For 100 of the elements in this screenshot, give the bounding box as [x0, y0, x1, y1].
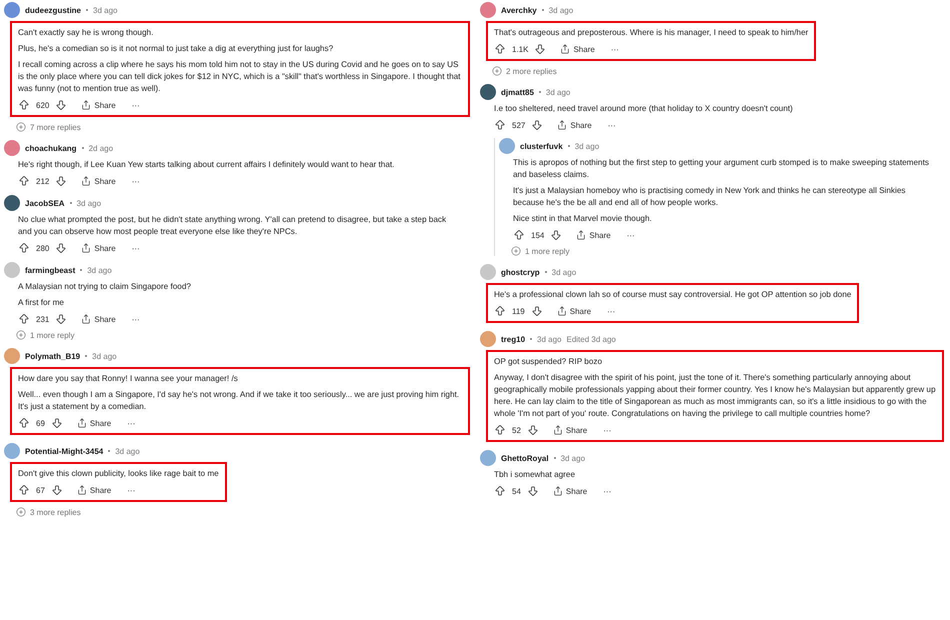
- comment-time: 3d ago: [537, 334, 562, 344]
- share-button[interactable]: Share: [81, 314, 116, 324]
- comment-author[interactable]: Potential-Might-3454: [25, 446, 104, 456]
- comment-author[interactable]: farmingbeast: [25, 266, 76, 274]
- comment-author[interactable]: ghostcryp: [501, 268, 540, 276]
- comment-author[interactable]: treg10: [501, 334, 526, 344]
- downvote-icon[interactable]: [550, 229, 562, 241]
- avatar-icon: [4, 262, 20, 278]
- upvote-icon[interactable]: [18, 175, 30, 187]
- comment-text: That's outrageous and preposterous. Where is his manager, I need to speak to him/her: [494, 27, 808, 39]
- comment-time: 3d ago: [87, 266, 112, 274]
- share-icon: [76, 485, 87, 495]
- comment-text: A Malaysian not trying to claim Singapore food?: [18, 281, 192, 293]
- comment-author[interactable]: JacobSEA: [25, 198, 65, 208]
- share-icon: [576, 230, 586, 240]
- plus-icon: [16, 507, 26, 517]
- comment-author[interactable]: djmatt85: [501, 88, 534, 96]
- comment-time: 3d ago: [115, 446, 140, 456]
- comment-text: He's right though, if Lee Kuan Yew starts talking about current affairs I definitely would want to hear that.: [18, 159, 396, 171]
- comment-time: 3d ago: [574, 142, 600, 150]
- share-button[interactable]: Share: [81, 176, 116, 186]
- comment-time: 3d ago: [546, 88, 570, 96]
- upvote-icon[interactable]: [18, 484, 30, 496]
- more-options-button[interactable]: ···: [132, 244, 140, 252]
- more-options-button[interactable]: ···: [607, 306, 616, 316]
- comment-time: 3d ago: [552, 268, 576, 276]
- downvote-icon[interactable]: [50, 484, 63, 496]
- comment-time: 3d ago: [76, 198, 102, 208]
- share-icon: [556, 306, 567, 316]
- more-options-button[interactable]: ···: [603, 486, 612, 496]
- avatar-icon: [4, 140, 20, 156]
- comment-author[interactable]: dudeezgustine: [25, 6, 82, 14]
- more-options-button[interactable]: ···: [127, 486, 136, 494]
- avatar-icon: [480, 84, 496, 100]
- share-button[interactable]: Share: [81, 243, 116, 253]
- vote-count: 620: [36, 100, 50, 110]
- downvote-icon[interactable]: [534, 43, 546, 55]
- comment-author[interactable]: Polymath_B19: [25, 352, 80, 360]
- share-button[interactable]: Share: [557, 120, 592, 130]
- more-options-button[interactable]: ···: [626, 230, 635, 240]
- more-options-button[interactable]: ···: [132, 100, 140, 110]
- share-button[interactable]: Share: [552, 425, 588, 435]
- share-button[interactable]: Share: [76, 418, 112, 428]
- upvote-icon[interactable]: [494, 43, 506, 55]
- upvote-icon[interactable]: [18, 242, 30, 254]
- comment-author[interactable]: GhettoRoyal: [501, 454, 549, 462]
- downvote-icon[interactable]: [55, 175, 68, 187]
- comment-author[interactable]: choachukang: [25, 144, 77, 152]
- share-button[interactable]: Share: [576, 230, 611, 240]
- comment-author[interactable]: Averchky: [501, 6, 537, 14]
- more-options-button[interactable]: ···: [608, 120, 616, 130]
- upvote-icon[interactable]: [18, 417, 30, 429]
- more-replies-button[interactable]: 1 more reply: [4, 330, 470, 340]
- share-button[interactable]: Share: [76, 485, 112, 495]
- more-options-button[interactable]: ···: [132, 314, 140, 324]
- upvote-icon[interactable]: [494, 485, 506, 497]
- more-options-button[interactable]: ···: [132, 176, 140, 186]
- more-replies-button[interactable]: 3 more replies: [4, 507, 470, 517]
- downvote-icon[interactable]: [50, 417, 63, 429]
- comment-text: A first for me: [18, 297, 65, 309]
- upvote-icon[interactable]: [494, 424, 506, 436]
- more-replies-button[interactable]: 2 more replies: [480, 66, 944, 76]
- upvote-icon[interactable]: [513, 229, 525, 241]
- share-icon: [81, 176, 92, 186]
- downvote-icon[interactable]: [526, 485, 539, 497]
- downvote-icon[interactable]: [526, 424, 539, 436]
- more-options-button[interactable]: ···: [603, 426, 612, 434]
- downvote-icon[interactable]: [55, 242, 68, 254]
- more-options-button[interactable]: ···: [127, 418, 136, 428]
- downvote-icon[interactable]: [55, 99, 68, 111]
- share-button[interactable]: Share: [560, 44, 595, 54]
- avatar-icon: [4, 348, 20, 364]
- comment-time: 3d ago: [548, 6, 574, 14]
- share-icon: [552, 425, 563, 435]
- downvote-icon[interactable]: [55, 313, 68, 325]
- comment-text: Tbh i somewhat agree: [494, 469, 576, 481]
- downvote-icon[interactable]: [531, 119, 544, 131]
- share-button[interactable]: Share: [552, 486, 588, 496]
- share-button[interactable]: Share: [81, 100, 116, 110]
- more-replies-button[interactable]: 1 more reply: [499, 246, 944, 256]
- share-icon: [76, 418, 87, 428]
- avatar-icon: [480, 264, 496, 280]
- comment-text: He's a professional clown lah so of course must say controversial. He got OP attention so job done: [494, 289, 852, 301]
- comment-author[interactable]: clusterfuvk: [520, 142, 563, 150]
- upvote-icon[interactable]: [494, 305, 506, 317]
- avatar-icon: [480, 331, 496, 347]
- vote-count: 69: [36, 418, 45, 428]
- upvote-icon[interactable]: [494, 119, 506, 131]
- upvote-icon[interactable]: [18, 313, 30, 325]
- more-replies-button[interactable]: 7 more replies: [4, 122, 470, 132]
- vote-count: 1.1K: [512, 44, 528, 54]
- more-options-button[interactable]: ···: [610, 44, 619, 54]
- comment-text: It's just a Malaysian homeboy who is practising comedy in New York and thinks he can stereotype all Sinkies because he's the be all and end all of how people works.: [513, 185, 906, 209]
- share-button[interactable]: Share: [556, 306, 592, 316]
- downvote-icon[interactable]: [530, 305, 543, 317]
- vote-count: 54: [512, 486, 521, 496]
- comment-time: 3d ago: [92, 352, 117, 360]
- comment-time: 3d ago: [93, 6, 118, 14]
- plus-icon: [511, 246, 521, 256]
- upvote-icon[interactable]: [18, 99, 30, 111]
